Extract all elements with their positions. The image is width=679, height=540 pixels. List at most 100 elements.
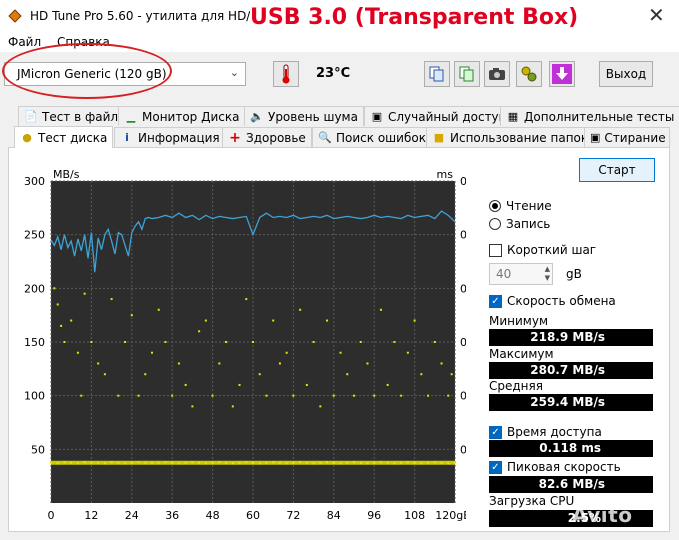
transfer-rate-label: Скорость обмена (507, 294, 616, 308)
access-time-point (440, 362, 443, 365)
access-time-point (70, 319, 73, 322)
access-time-point (80, 394, 83, 397)
access-time-point (56, 303, 59, 306)
access-time-point (359, 341, 362, 343)
copy-all-button[interactable] (454, 61, 480, 87)
tab-info[interactable]: i Информация (114, 127, 226, 147)
access-time-checkbox[interactable]: ✓ Время доступа (489, 425, 602, 439)
transfer-rate-checkbox[interactable]: ✓ Скорость обмена (489, 294, 616, 308)
dice-icon: ▣ (371, 110, 383, 123)
transfer-rate-check[interactable]: ✓ (489, 294, 502, 308)
access-time-point (171, 394, 174, 397)
min-value: 218.9 MB/s (530, 330, 605, 344)
access-time-point (433, 341, 436, 343)
avg-value: 259.4 MB/s (530, 395, 605, 409)
benchmark-chart: 300 0.60 250 0.50 200 0.40 150 0.30 100 0.20 50 0.1… (24, 168, 466, 522)
chevron-down-icon: ⌄ (229, 66, 239, 79)
title-bar: HD Tune Pro 5.60 - утилита для HD/SSD US… (0, 0, 679, 32)
burst-rate-check[interactable]: ✓ (489, 460, 502, 474)
left-unit-label: MB/s (53, 168, 80, 181)
access-time-point (393, 341, 396, 343)
spin-up-icon[interactable]: ▲ (545, 265, 550, 273)
access-time-point (450, 373, 453, 376)
x-tick-label: 96 (367, 509, 381, 522)
access-time-point (447, 394, 450, 397)
access-time-label: Время доступа (507, 425, 602, 439)
max-label: Максимум (489, 347, 554, 361)
access-time-point (406, 351, 409, 354)
read-radio-control[interactable] (489, 200, 501, 212)
access-time-point (265, 394, 268, 397)
tab-erase[interactable]: ▣ Стирание (584, 127, 670, 147)
tab-file-benchmark[interactable]: 📄 Тест в файл (18, 106, 125, 126)
y-left-tick-label: 200 (24, 282, 45, 295)
screenshot-button[interactable] (484, 61, 510, 87)
x-tick-label: 108 (404, 509, 425, 522)
access-time-point (272, 319, 275, 322)
access-time-point (245, 298, 248, 301)
access-time-point (157, 308, 160, 311)
read-radio[interactable]: Чтение (489, 199, 552, 213)
menu-file[interactable]: Файл (8, 35, 41, 49)
copy-icon (429, 66, 444, 82)
access-time-point (326, 319, 329, 322)
copy-info-button[interactable] (424, 61, 450, 87)
access-time-point (305, 383, 308, 386)
tab-extra-tests[interactable]: ▦ Дополнительные тесты (500, 106, 679, 126)
max-value-box: 280.7 MB/s (489, 362, 653, 379)
temperature-value: 23°C (316, 66, 351, 81)
file-icon: 📄 (24, 110, 38, 123)
tab-folder-usage[interactable]: ■ Использование папок (426, 127, 595, 147)
step-value: 40 (496, 267, 512, 281)
temperature-button[interactable] (273, 61, 299, 87)
access-time-point (90, 341, 93, 343)
write-radio-control[interactable] (489, 218, 501, 230)
x-tick-label: 60 (246, 509, 260, 522)
burst-rate-label: Пиковая скорость (507, 460, 621, 474)
save-button[interactable] (549, 61, 575, 87)
access-time-point (110, 298, 113, 301)
min-label: Минимум (489, 314, 549, 328)
x-tick-label: 24 (125, 509, 139, 522)
write-radio[interactable]: Запись (489, 217, 550, 231)
short-step-check[interactable] (489, 243, 502, 257)
trash-icon: ▣ (590, 131, 601, 144)
tab-error-scan[interactable]: 🔍 Поиск ошибок (312, 127, 432, 147)
access-time-point (76, 351, 79, 354)
max-value: 280.7 MB/s (530, 363, 605, 377)
access-time-check[interactable]: ✓ (489, 425, 502, 439)
spin-down-icon[interactable]: ▼ (545, 274, 550, 282)
step-spinner[interactable]: 40 ▲ ▼ (489, 263, 553, 285)
start-button[interactable]: Старт (579, 158, 655, 182)
burst-rate-checkbox[interactable]: ✓ Пиковая скорость (489, 460, 621, 474)
short-step-checkbox[interactable]: Короткий шаг (489, 243, 596, 257)
y-right-tick-label: 0.60 (460, 175, 466, 188)
y-left-tick-label: 150 (24, 336, 45, 349)
access-time-point (238, 383, 241, 386)
app-icon (8, 9, 22, 23)
camera-icon (489, 68, 505, 80)
access-time-point (339, 351, 342, 354)
exit-button[interactable]: Выход (599, 61, 653, 87)
access-time-point (204, 319, 207, 322)
access-time-point (198, 330, 201, 333)
access-time-point (386, 383, 389, 386)
options-button[interactable] (516, 61, 542, 87)
tab-random-access[interactable]: ▣ Случайный доступ (364, 106, 513, 126)
access-time-point (60, 324, 63, 327)
access-time-point (191, 405, 194, 408)
x-tick-label: 72 (286, 509, 300, 522)
x-tick-label: 48 (206, 509, 220, 522)
tab-noise-level[interactable]: 🔈 Уровень шума (244, 106, 364, 126)
x-tick-label: 0 (48, 509, 55, 522)
tab-benchmark[interactable]: ● Тест диска (14, 126, 114, 148)
info-icon: i (125, 131, 129, 144)
close-icon[interactable]: ✕ (648, 3, 665, 27)
access-time-point (373, 394, 376, 397)
download-icon (552, 64, 572, 84)
tab-health[interactable]: + Здоровье (222, 127, 312, 147)
access-time-point (312, 341, 315, 343)
tab-disk-monitor[interactable]: ▁ Монитор Диска (118, 106, 246, 126)
access-time-point (177, 362, 180, 365)
y-left-tick-label: 300 (24, 175, 45, 188)
